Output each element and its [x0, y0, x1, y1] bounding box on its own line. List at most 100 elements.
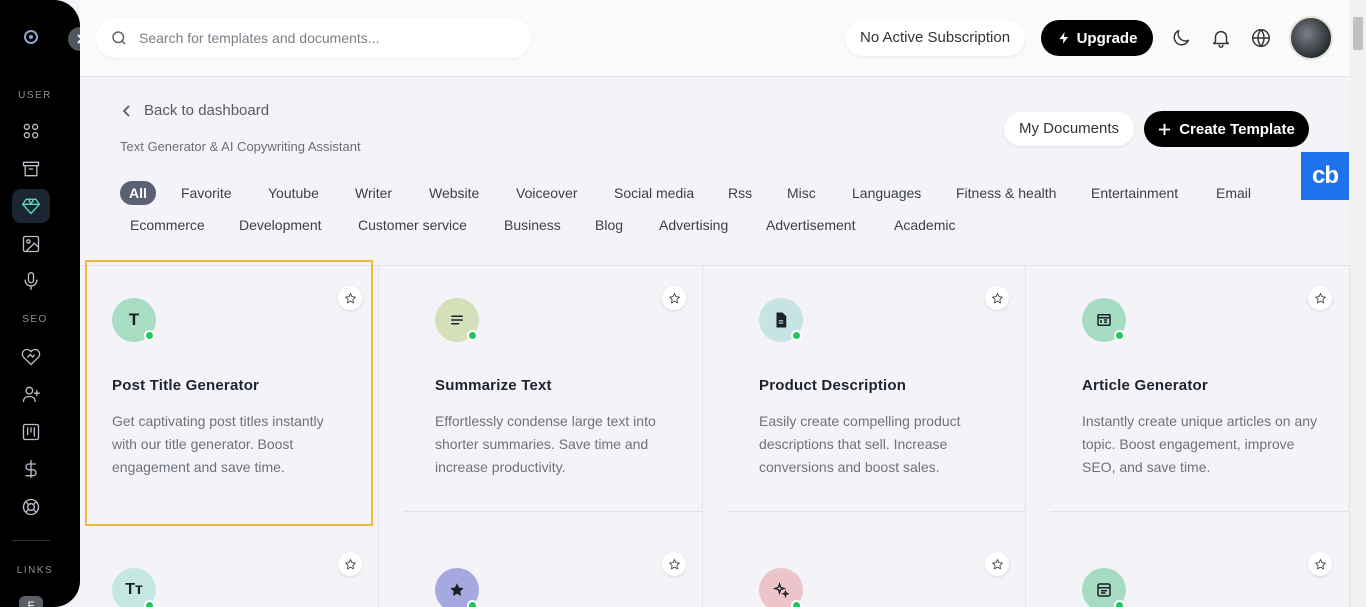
grid-icon — [23, 123, 39, 139]
grid-divider — [1349, 265, 1350, 607]
star-outline-icon — [668, 292, 680, 303]
dollar-icon — [25, 460, 37, 478]
filter-social-media[interactable]: Social media — [614, 181, 694, 205]
filter-fitness-health[interactable]: Fitness & health — [956, 181, 1056, 205]
filter-advertising[interactable]: Advertising — [659, 213, 728, 237]
filter-voiceover[interactable]: Voiceover — [516, 181, 577, 205]
online-status-dot — [467, 600, 478, 607]
filter-favorite[interactable]: Favorite — [181, 181, 232, 205]
sidebar-section-links: LINKS — [16, 565, 54, 576]
my-documents-button[interactable]: My Documents — [1004, 112, 1135, 146]
template-card[interactable] — [703, 536, 1025, 607]
favorite-star-button[interactable] — [1308, 552, 1332, 576]
back-label: Back to dashboard — [144, 102, 270, 119]
globe-icon — [1252, 29, 1270, 47]
sidebar-item-seo[interactable] — [12, 340, 50, 374]
filter-ecommerce[interactable]: Ecommerce — [130, 213, 205, 237]
sidebar-item-add-user[interactable] — [12, 377, 50, 411]
sidebar-divider — [12, 540, 50, 541]
search-box[interactable] — [96, 18, 531, 58]
top-bar: No Active Subscription Upgrade — [80, 0, 1350, 77]
search-input[interactable] — [139, 30, 519, 46]
template-card-summarize-text[interactable]: Summarize Text Effortlessly condense lar… — [379, 266, 702, 511]
filter-languages[interactable]: Languages — [852, 181, 921, 205]
card-title: Summarize Text — [435, 377, 552, 394]
scrollbar-thumb[interactable] — [1353, 17, 1363, 50]
filter-business[interactable]: Business — [504, 213, 561, 237]
filter-youtube[interactable]: Youtube — [268, 181, 319, 205]
template-card-article-generator[interactable]: Article Generator Instantly create uniqu… — [1026, 266, 1349, 511]
create-template-label: Create Template — [1179, 120, 1295, 138]
sidebar-item-support[interactable] — [12, 490, 50, 524]
cb-widget-button[interactable]: cb — [1301, 152, 1349, 200]
upgrade-button[interactable]: Upgrade — [1041, 20, 1153, 56]
sidebar-item-templates[interactable] — [12, 189, 50, 223]
subscription-status-button[interactable]: No Active Subscription — [845, 20, 1026, 56]
star-outline-icon — [668, 558, 680, 569]
filter-development[interactable]: Development — [239, 213, 322, 237]
card-description: Instantly create unique articles on any … — [1082, 413, 1318, 475]
favorite-star-button[interactable] — [985, 552, 1009, 576]
filter-blog[interactable]: Blog — [595, 213, 623, 237]
grid-divider — [727, 511, 1026, 512]
upgrade-label: Upgrade — [1076, 29, 1138, 47]
favorite-star-button[interactable] — [1308, 286, 1332, 310]
archive-icon — [22, 161, 40, 177]
selection-highlight — [85, 260, 373, 526]
star-outline-icon — [991, 558, 1003, 569]
handshake-icon — [21, 348, 41, 366]
filter-rss[interactable]: Rss — [728, 181, 752, 205]
filter-email[interactable]: Email — [1216, 181, 1251, 205]
filter-website[interactable]: Website — [429, 181, 479, 205]
sidebar-item-voice[interactable] — [12, 264, 50, 298]
language-button[interactable] — [1250, 27, 1272, 49]
sidebar-item-dashboard[interactable] — [12, 114, 50, 148]
back-to-dashboard-link[interactable]: Back to dashboard — [120, 102, 269, 119]
template-card-product-description[interactable]: Product Description Easily create compel… — [703, 266, 1025, 511]
template-card[interactable] — [379, 536, 702, 607]
page-subtitle: Text Generator & AI Copywriting Assistan… — [120, 139, 361, 154]
star-outline-icon — [991, 292, 1003, 303]
filter-all[interactable]: All — [120, 181, 156, 205]
card-description: Effortlessly condense large text into sh… — [435, 413, 656, 475]
filter-writer[interactable]: Writer — [355, 181, 392, 205]
star-outline-icon — [1314, 558, 1326, 569]
sidebar-item-board[interactable] — [12, 415, 50, 449]
grid-divider — [403, 511, 703, 512]
filter-customer-service[interactable]: Customer service — [358, 213, 467, 237]
template-card[interactable]: Tт — [80, 536, 378, 607]
filter-misc[interactable]: Misc — [787, 181, 816, 205]
user-avatar[interactable] — [1289, 16, 1333, 60]
star-outline-icon — [1314, 292, 1326, 303]
chevron-left-icon — [122, 104, 130, 117]
sidebar-section-user: USER — [18, 90, 52, 101]
filter-advertisement[interactable]: Advertisement — [766, 213, 855, 237]
app-logo-icon[interactable] — [24, 30, 38, 44]
lifebuoy-icon — [22, 498, 40, 516]
create-template-button[interactable]: Create Template — [1144, 111, 1309, 147]
plus-icon — [1159, 123, 1171, 135]
grid-divider — [1050, 511, 1350, 512]
favorite-star-button[interactable] — [338, 552, 362, 576]
lightning-icon — [1058, 32, 1068, 44]
dark-mode-toggle[interactable] — [1170, 27, 1192, 49]
sidebar-item-pricing[interactable] — [12, 452, 50, 486]
card-title: Article Generator — [1082, 377, 1208, 394]
online-status-dot — [1114, 600, 1125, 607]
filter-entertainment[interactable]: Entertainment — [1091, 181, 1178, 205]
favorite-star-button[interactable] — [985, 286, 1009, 310]
sidebar-link-badge[interactable]: F — [19, 596, 43, 607]
sidebar-item-archive[interactable] — [12, 152, 50, 186]
filter-academic[interactable]: Academic — [894, 213, 955, 237]
template-card[interactable] — [1026, 536, 1349, 607]
bell-icon — [1212, 30, 1230, 48]
online-status-dot — [1114, 330, 1125, 341]
user-plus-icon — [22, 386, 40, 403]
online-status-dot — [791, 330, 802, 341]
page-scrollbar[interactable] — [1350, 0, 1366, 607]
sidebar-item-images[interactable] — [12, 227, 50, 261]
notifications-button[interactable] — [1210, 27, 1232, 49]
favorite-star-button[interactable] — [662, 552, 686, 576]
favorite-star-button[interactable] — [662, 286, 686, 310]
search-icon — [112, 31, 126, 45]
